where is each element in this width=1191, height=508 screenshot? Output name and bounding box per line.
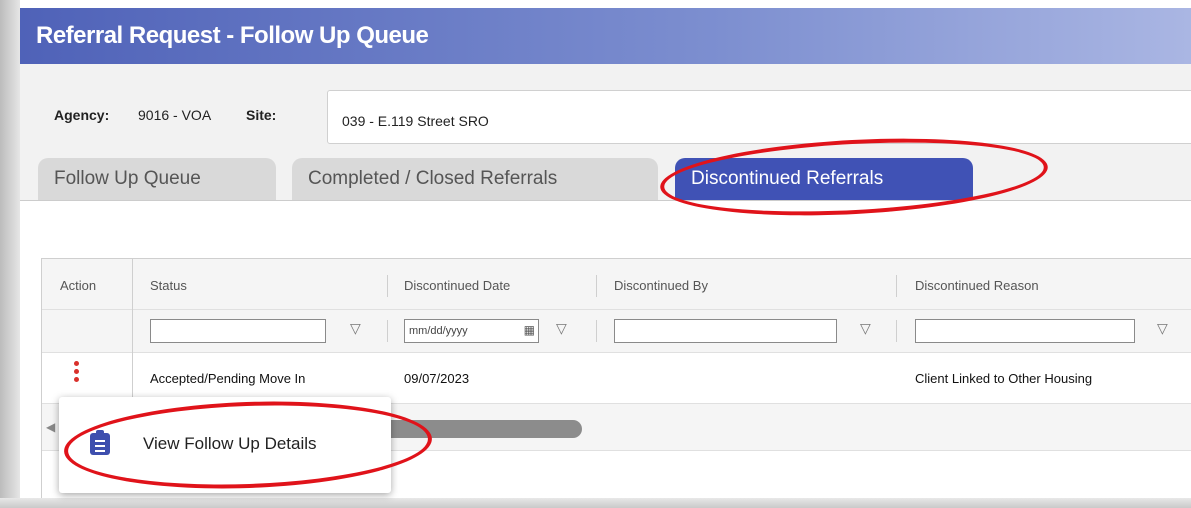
tab-bar: Follow Up Queue Completed / Closed Refer… (20, 154, 1191, 200)
page-shadow-left (0, 0, 20, 508)
col-separator[interactable] (896, 275, 897, 297)
col-header-discontinued-by[interactable]: Discontinued By (614, 278, 708, 293)
row-status: Accepted/Pending Move In (150, 371, 306, 386)
col-separator (896, 320, 897, 342)
date-placeholder: mm/dd/yyyy (409, 325, 468, 337)
filter-icon[interactable]: ▽ (1157, 320, 1168, 337)
scroll-left-icon[interactable]: ◀ (46, 420, 55, 434)
window-title: Referral Request - Follow Up Queue (36, 22, 429, 49)
site-value: 039 - E.119 Street SRO (342, 113, 489, 129)
site-label: Site: (246, 107, 277, 123)
tab-discontinued-referrals[interactable]: Discontinued Referrals (675, 158, 973, 200)
filter-row: ▽ mm/dd/yyyy ▦ ▽ ▽ ▽ (42, 310, 1191, 353)
col-header-action: Action (60, 278, 97, 293)
agency-label: Agency: (54, 107, 110, 123)
col-separator (596, 320, 597, 342)
discontinued-reason-filter-input[interactable] (915, 319, 1135, 343)
site-select[interactable]: 039 - E.119 Street SRO (327, 90, 1191, 144)
action-column-divider (132, 259, 133, 403)
row-discontinued-reason: Client Linked to Other Housing (915, 371, 1093, 386)
grid-header: Action Status Discontinued Date Disconti… (42, 259, 1191, 310)
tab-completed-closed-referrals[interactable]: Completed / Closed Referrals (292, 158, 658, 200)
col-separator[interactable] (387, 275, 388, 297)
discontinued-by-filter-input[interactable] (614, 319, 837, 343)
col-separator (387, 320, 388, 342)
row-discontinued-date: 09/07/2023 (404, 371, 470, 386)
kebab-menu-icon[interactable] (72, 359, 80, 389)
col-header-status[interactable]: Status (150, 278, 187, 293)
date-filter-input[interactable]: mm/dd/yyyy ▦ (404, 319, 539, 343)
col-header-discontinued-date[interactable]: Discontinued Date (404, 278, 510, 293)
clipboard-icon (90, 430, 110, 455)
col-header-discontinued-reason[interactable]: Discontinued Reason (915, 278, 1039, 293)
row-action-menu: View Follow Up Details (59, 397, 391, 493)
tab-follow-up-queue[interactable]: Follow Up Queue (38, 158, 276, 200)
filter-icon[interactable]: ▽ (556, 320, 567, 337)
status-filter-input[interactable] (150, 319, 326, 343)
agency-row: Agency: 9016 - VOA Site: 039 - E.119 Str… (20, 64, 1191, 154)
filter-icon[interactable]: ▽ (350, 320, 361, 337)
calendar-icon[interactable]: ▦ (524, 323, 535, 337)
page-shadow-bottom (0, 498, 1191, 508)
col-separator[interactable] (596, 275, 597, 297)
agency-value: 9016 - VOA (138, 107, 212, 123)
title-bar: Referral Request - Follow Up Queue (20, 8, 1191, 64)
view-follow-up-details-item[interactable]: View Follow Up Details (143, 434, 317, 454)
filter-icon[interactable]: ▽ (860, 320, 871, 337)
